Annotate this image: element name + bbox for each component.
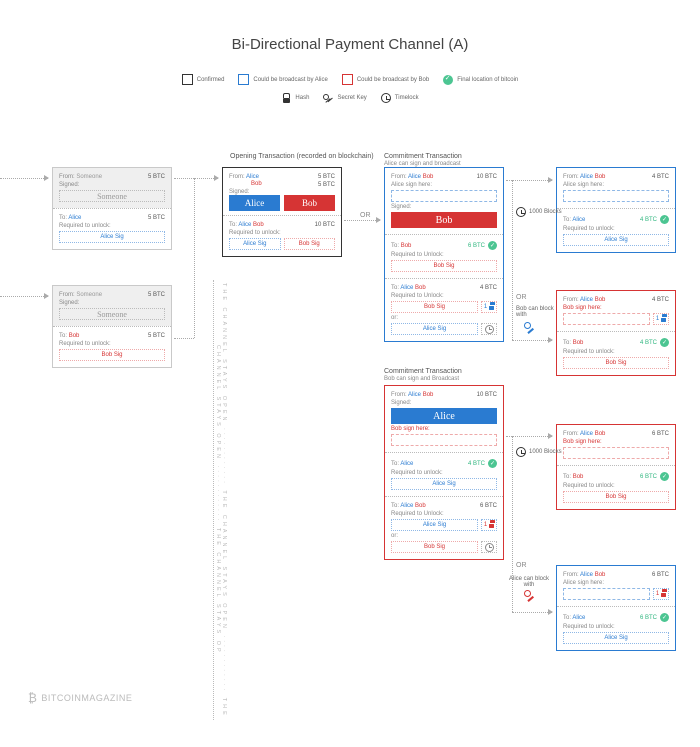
- opening-title: Opening Transaction (recorded on blockch…: [230, 153, 374, 160]
- hash-lock-icon: [489, 304, 494, 310]
- settle-alice-timelock: From: Alice Bob4 BTC Alice sign here: To…: [556, 167, 676, 253]
- alice-sig: Alice: [229, 195, 280, 211]
- commit-alice: From: Alice Bob10 BTC Alice sign here: S…: [384, 167, 504, 342]
- legend: Confirmed Could be broadcast by Alice Co…: [0, 74, 700, 111]
- hash-lock-icon: [661, 591, 666, 597]
- or-label: OR: [516, 562, 527, 569]
- opening-tx: From: Alice5 BTC From:5 BTC Bob Signed: …: [222, 167, 342, 257]
- settle-bob-timelock: From: Alice Bob6 BTC Bob sign here: To: …: [556, 424, 676, 510]
- bob-sig: Bob: [284, 195, 335, 211]
- clock-icon: [516, 207, 526, 217]
- timelock-icon: [485, 543, 494, 552]
- channel-open-rail: THE CHANNEL STAYS OPEN ············ THE …: [213, 280, 227, 720]
- legend-final-icon: [443, 75, 453, 85]
- clock-icon: [516, 447, 526, 457]
- legend-final: Final location of bitcoin: [457, 77, 518, 83]
- legend-broadcast-bob: Could be broadcast by Bob: [357, 77, 429, 83]
- check-icon: [488, 241, 497, 250]
- check-icon: [660, 472, 669, 481]
- legend-alice-icon: [238, 74, 249, 85]
- funding-card-2: From: Someone5 BTC Signed: Someone To: B…: [52, 285, 172, 368]
- legend-confirmed-icon: [182, 74, 193, 85]
- secret-key-icon: [524, 590, 536, 602]
- legend-broadcast-alice: Could be broadcast by Alice: [253, 77, 327, 83]
- check-icon: [488, 459, 497, 468]
- hash-lock-icon: [489, 522, 494, 528]
- check-icon: [660, 338, 669, 347]
- commit-bob: From: Alice Bob10 BTC Signed: Alice Bob …: [384, 385, 504, 560]
- hash-lock-icon: [661, 316, 666, 322]
- legend-confirmed: Confirmed: [197, 77, 225, 83]
- or-label: OR: [516, 294, 527, 301]
- check-icon: [660, 613, 669, 622]
- funding-card-1: From: Someone5 BTC Signed: Someone To: A…: [52, 167, 172, 250]
- timelock-label: 1000 Blocks: [516, 447, 562, 457]
- brand-logo: BITCOINMAGAZINE: [28, 691, 132, 705]
- secret-key-icon: [524, 322, 536, 334]
- bob-block-label: Bob can block with: [516, 306, 554, 318]
- settle-alice-block: From: Alice Bob6 BTC Alice sign here: 1 …: [556, 565, 676, 651]
- check-icon: [660, 215, 669, 224]
- key-icon: [323, 93, 333, 103]
- settle-bob-block: From: Alice Bob4 BTC Bob sign here: 1 To…: [556, 290, 676, 376]
- lock-icon: [281, 93, 291, 103]
- clock-icon: [381, 93, 391, 103]
- timelock-icon: [485, 325, 494, 334]
- legend-secret: Secret Key: [337, 95, 366, 101]
- legend-hash: Hash: [295, 95, 309, 101]
- commit-title-1: Commitment TransactionAlice can sign and…: [384, 153, 462, 167]
- timelock-label: 1000 Blocks: [516, 207, 562, 217]
- legend-timelock: Timelock: [395, 95, 419, 101]
- alice-block-label: Alice can block with: [505, 576, 553, 588]
- legend-bob-icon: [342, 74, 353, 85]
- page-title: Bi-Directional Payment Channel (A): [0, 36, 700, 53]
- or-label: OR: [360, 212, 371, 219]
- commit-title-2: Commitment TransactionBob can sign and B…: [384, 368, 462, 382]
